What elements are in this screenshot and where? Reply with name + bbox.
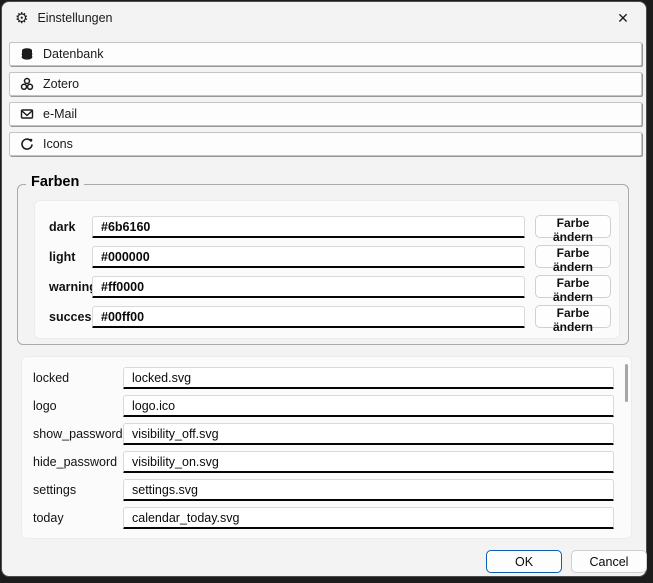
- section-zotero[interactable]: Zotero: [9, 72, 642, 96]
- section-label: Zotero: [43, 77, 79, 91]
- section-email[interactable]: e-Mail: [9, 102, 642, 126]
- section-icons[interactable]: Icons: [9, 132, 642, 156]
- icon-file-input[interactable]: [123, 423, 614, 445]
- icon-file-input[interactable]: [123, 367, 614, 389]
- section-label: Datenbank: [43, 47, 103, 61]
- icon-row-label: today: [33, 511, 64, 525]
- envelope-icon: [20, 107, 34, 121]
- icon-row-label: locked: [33, 371, 69, 385]
- change-color-button[interactable]: Farbe ändern: [535, 215, 611, 238]
- section-label: Icons: [43, 137, 73, 151]
- color-row-label: success: [49, 310, 98, 324]
- change-color-button[interactable]: Farbe ändern: [535, 305, 611, 328]
- close-icon[interactable]: ✕: [608, 6, 638, 30]
- ok-button[interactable]: OK: [486, 550, 562, 573]
- change-color-button[interactable]: Farbe ändern: [535, 275, 611, 298]
- color-row-label: dark: [49, 220, 75, 234]
- settings-dialog: ⚙ Einstellungen ✕ Datenbank Zotero e-Mai…: [1, 1, 647, 577]
- icon-row-label: show_password: [33, 427, 123, 441]
- icon-row-label: settings: [33, 483, 76, 497]
- cancel-button[interactable]: Cancel: [571, 550, 647, 573]
- icon-file-input[interactable]: [123, 395, 614, 417]
- color-value-input[interactable]: [92, 216, 525, 238]
- sync-icon: [20, 137, 34, 151]
- titlebar[interactable]: ⚙ Einstellungen ✕: [2, 2, 646, 34]
- zotero-icon: [20, 77, 34, 91]
- icon-file-input[interactable]: [123, 451, 614, 473]
- icons-list-scrollbar[interactable]: [625, 364, 628, 402]
- icon-file-input[interactable]: [123, 507, 614, 529]
- color-value-input[interactable]: [92, 306, 525, 328]
- icon-file-input[interactable]: [123, 479, 614, 501]
- window-title: Einstellungen: [37, 11, 112, 25]
- change-color-button[interactable]: Farbe ändern: [535, 245, 611, 268]
- color-row-label: light: [49, 250, 75, 264]
- gear-icon: ⚙: [15, 11, 28, 26]
- section-label: e-Mail: [43, 107, 77, 121]
- section-datenbank[interactable]: Datenbank: [9, 42, 642, 66]
- color-value-input[interactable]: [92, 246, 525, 268]
- colors-group-title: Farben: [26, 174, 84, 190]
- color-row-label: warning: [49, 280, 97, 294]
- icon-row-label: logo: [33, 399, 57, 413]
- database-icon: [20, 47, 34, 61]
- color-value-input[interactable]: [92, 276, 525, 298]
- icon-row-label: hide_password: [33, 455, 117, 469]
